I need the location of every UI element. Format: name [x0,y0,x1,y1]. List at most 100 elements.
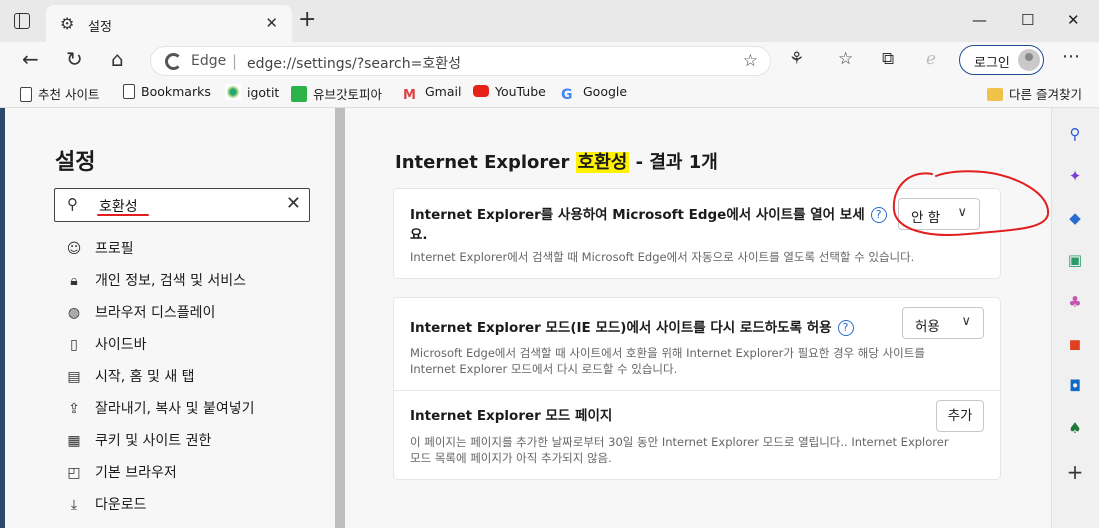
setting-description-line1: 이 페이지는 페이지를 추가한 날짜로부터 30일 동안 Internet Ex… [410,435,949,449]
settings-search-input[interactable]: ⚲ 호환성 ✕ [54,188,310,222]
ubigot-icon [291,86,307,102]
favorite-igotit[interactable]: igotit [225,84,279,100]
sidebar-item-start-home[interactable]: ▤ 시작, 홈 및 새 탭 [65,366,194,386]
setting-description-line2: 모드 목록에 페이지가 아직 추가되지 않음. [410,451,612,465]
edge-logo-icon [165,53,182,70]
document-icon [20,87,32,102]
search-highlight: 호환성 [575,152,630,173]
add-page-button[interactable]: 추가 [936,400,984,432]
folder-icon [987,88,1003,101]
download-icon: ⤓ [70,497,78,513]
favorites-bar: 추천 사이트 Bookmarks igotit 유브갓토피아 M Gmail Yo… [0,78,1099,108]
sidebar-item-appearance[interactable]: ◍ 브라우저 디스플레이 [65,302,215,322]
document-icon [123,84,135,99]
sidebar-scrollbar[interactable] [335,108,345,528]
avatar [1018,49,1040,71]
setting-description-line1: Microsoft Edge에서 검색할 때 사이트에서 호환을 위해 Inte… [410,346,925,360]
setting-card-ie-mode: Internet Explorer 모드(IE 모드)에서 사이트를 다시 로드… [394,298,1000,479]
sidebar-item-profile[interactable]: ☺ 프로필 [65,238,134,258]
favorite-gmail[interactable]: M Gmail [403,84,461,104]
url-text[interactable]: edge://settings/?search=호환성 [247,53,461,73]
close-window-icon[interactable]: ✕ [1067,11,1080,29]
dropdown-value: 허용 [915,319,940,335]
other-favorites[interactable]: 다른 즐겨찾기 [987,84,1082,103]
toolbar: ← ↻ ⌂ Edge | edge://settings/?search=호환성… [0,42,1099,78]
home-tab-icon: ▤ [67,369,81,385]
login-button[interactable]: 로그인 [959,45,1044,75]
outlook-icon[interactable]: ◘ [1065,376,1085,396]
new-tab-icon[interactable]: + [298,9,316,31]
address-bar[interactable]: Edge | edge://settings/?search=호환성 ☆ [150,46,771,76]
gear-icon: ⚙ [60,14,75,33]
red-circle-annotation [892,170,1050,236]
setting-title: Internet Explorer 모드(IE 모드)에서 사이트를 다시 로드… [410,318,854,338]
cookie-icon: ▦ [67,433,81,449]
lock-icon: 🔒︎ [70,273,78,289]
favorite-ubigot[interactable]: 유브갓토피아 [291,84,382,103]
red-underline-annotation [97,214,149,216]
sidebar-item-default-browser[interactable]: ◰ 기본 브라우저 [65,462,176,482]
ie-reload-dropdown[interactable]: 허용 ∨ [902,307,984,339]
games-icon[interactable]: ♣ [1065,292,1085,312]
title-bar: ⚙ 설정 ✕ + — ☐ ✕ [0,0,1099,42]
help-icon[interactable]: ? [870,207,887,223]
setting-description: Internet Explorer에서 검색할 때 Microsoft Edge… [410,250,915,264]
tab-title: 설정 [88,20,112,35]
setting-description-line2: Internet Explorer 모드에서 다시 로드할 수 있습니다. [410,362,678,376]
sidebar-item-cookies[interactable]: ▦ 쿠키 및 사이트 권한 [65,430,211,450]
sidebar-icon: ▯ [70,337,78,353]
clear-search-icon[interactable]: ✕ [286,193,301,214]
favorite-bookmarks[interactable]: Bookmarks [123,84,211,99]
help-icon[interactable]: ? [837,320,854,336]
divider [394,390,1000,391]
shopping-tag-icon[interactable]: ◆ [1065,208,1085,228]
sidebar-item-share-copy-paste[interactable]: ⇪ 잘라내기, 복사 및 붙여넣기 [65,398,254,418]
browser-icon: ◰ [67,465,81,481]
favorite-google[interactable]: G Google [561,84,627,103]
settings-title: 설정 [55,150,96,175]
sidebar-item-downloads[interactable]: ⤓ 다운로드 [65,494,147,514]
tools-icon[interactable]: ▣ [1065,250,1085,270]
ie-mode-icon[interactable]: ℯ [926,49,936,69]
palette-icon: ◍ [67,305,81,321]
results-title: Internet Explorer 호환성 - 결과 1개 [395,152,718,173]
add-icon[interactable]: + [1065,462,1085,482]
omnibox-brand: Edge [191,53,227,69]
office-icon[interactable]: ◼ [1065,334,1085,354]
favorite-recommended[interactable]: 추천 사이트 [20,84,99,103]
google-icon: G [561,87,573,103]
settings-sidebar: 설정 ⚲ 호환성 ✕ ☺ 프로필 🔒︎ 개인 정보, 검색 및 서비스 ◍ 브라우저 … [5,108,335,528]
favorite-youtube[interactable]: YouTube [473,84,546,99]
tab-actions-icon[interactable] [14,13,30,29]
extensions-icon[interactable]: ⚘ [789,49,804,69]
profile-icon: ☺ [66,241,82,257]
collections-icon[interactable]: ⧉ [882,49,894,69]
sidebar-item-privacy[interactable]: 🔒︎ 개인 정보, 검색 및 서비스 [65,270,246,290]
back-icon[interactable]: ← [22,48,39,70]
close-tab-icon[interactable]: ✕ [265,14,278,32]
search-icon[interactable]: ⚲ [1065,124,1085,144]
omnibox-separator: | [232,52,238,70]
share-icon: ⇪ [68,401,80,417]
add-favorite-icon[interactable]: ☆ [743,51,758,71]
more-options-icon[interactable]: ⋯ [1062,46,1080,67]
setting-title: Internet Explorer 모드 페이지 [410,408,613,424]
search-value[interactable]: 호환성 [99,196,138,216]
tree-icon[interactable]: ♠ [1065,418,1085,438]
search-icon: ⚲ [67,195,78,213]
igotit-icon [225,84,241,100]
refresh-icon[interactable]: ↻ [66,48,83,70]
favorites-icon[interactable]: ☆ [838,49,853,69]
copilot-icon[interactable]: ✦ [1065,166,1085,186]
tab-settings[interactable]: ⚙ 설정 ✕ [46,5,292,42]
maximize-icon[interactable]: ☐ [1021,11,1034,29]
sidebar-item-sidebar[interactable]: ▯ 사이드바 [65,334,146,354]
setting-title-line2: 요. [410,227,428,243]
minimize-icon[interactable]: — [972,11,987,29]
gmail-icon: M [403,88,416,103]
chevron-down-icon: ∨ [961,314,971,329]
edge-sidebar: ⚲ ✦ ◆ ▣ ♣ ◼ ◘ ♠ + [1051,108,1099,528]
home-icon[interactable]: ⌂ [111,48,124,70]
login-label: 로그인 [974,56,1010,71]
youtube-icon [473,85,489,97]
